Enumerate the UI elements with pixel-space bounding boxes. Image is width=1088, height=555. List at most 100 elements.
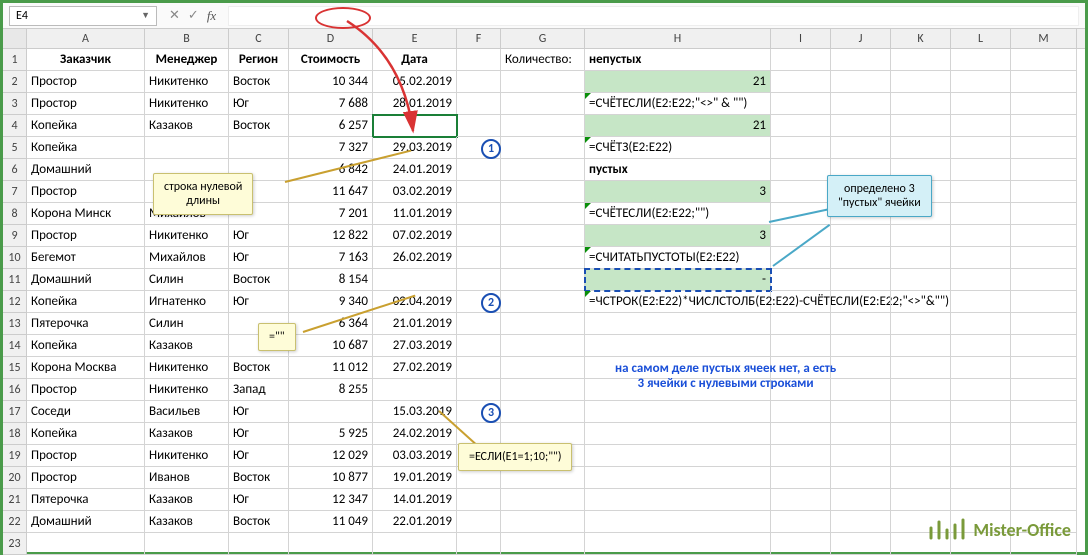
cell-L4[interactable] [951,115,1011,137]
cell-H6[interactable]: пустых [585,159,771,181]
cell-M4[interactable] [1011,115,1077,137]
cell-H20[interactable] [585,467,771,489]
cell-A19[interactable]: Простор [27,445,145,467]
cell-E6[interactable]: 24.01.2019 [373,159,457,181]
cell-B19[interactable]: Никитенко [145,445,229,467]
cell-B10[interactable]: Михайлов [145,247,229,269]
cell-K11[interactable] [891,269,951,291]
cell-L7[interactable] [951,181,1011,203]
cell-J10[interactable] [831,247,891,269]
cell-I20[interactable] [771,467,831,489]
cell-E9[interactable]: 07.02.2019 [373,225,457,247]
cell-J22[interactable] [831,511,891,533]
cell-I6[interactable] [771,159,831,181]
cell-B4[interactable]: Казаков [145,115,229,137]
cell-D14[interactable]: 10 687 [289,335,373,357]
chevron-down-icon[interactable]: ▼ [141,10,150,21]
cell-G17[interactable] [501,401,585,423]
row-header[interactable]: 10 [3,247,27,269]
cell-E10[interactable]: 26.02.2019 [373,247,457,269]
row-header[interactable]: 22 [3,511,27,533]
cell-M15[interactable] [1011,357,1077,379]
cell-F1[interactable] [457,49,501,71]
cell-B12[interactable]: Игнатенко [145,291,229,313]
cell-F6[interactable] [457,159,501,181]
cell-B18[interactable]: Казаков [145,423,229,445]
cell-I22[interactable] [771,511,831,533]
cell-H17[interactable] [585,401,771,423]
cell-H18[interactable] [585,423,771,445]
cell-G3[interactable] [501,93,585,115]
cell-G16[interactable] [501,379,585,401]
cell-M19[interactable] [1011,445,1077,467]
cell-E15[interactable]: 27.02.2019 [373,357,457,379]
name-box[interactable]: E4 ▼ [9,6,157,26]
cell-E21[interactable]: 14.01.2019 [373,489,457,511]
col-header[interactable]: G [501,29,585,48]
cell-C9[interactable]: Юг [229,225,289,247]
cell-G8[interactable] [501,203,585,225]
cell-D9[interactable]: 12 822 [289,225,373,247]
cell-M13[interactable] [1011,313,1077,335]
cell-L6[interactable] [951,159,1011,181]
cell-B2[interactable]: Никитенко [145,71,229,93]
cell-A11[interactable]: Домашний [27,269,145,291]
cell-F2[interactable] [457,71,501,93]
cell-M11[interactable] [1011,269,1077,291]
cell-A6[interactable]: Домашний [27,159,145,181]
cell-L5[interactable] [951,137,1011,159]
cell-G22[interactable] [501,511,585,533]
cell-C1[interactable]: Регион [229,49,289,71]
cell-F14[interactable] [457,335,501,357]
cell-B15[interactable]: Никитенко [145,357,229,379]
cell-J21[interactable] [831,489,891,511]
cell-C2[interactable]: Восток [229,71,289,93]
cell-D23[interactable] [289,533,373,555]
col-header[interactable]: M [1011,29,1077,48]
cell-M20[interactable] [1011,467,1077,489]
cell-G5[interactable] [501,137,585,159]
cell-H11[interactable]: - [585,269,771,291]
cell-A16[interactable]: Простор [27,379,145,401]
cell-A12[interactable]: Копейка [27,291,145,313]
cell-A14[interactable]: Копейка [27,335,145,357]
cell-A17[interactable]: Соседи [27,401,145,423]
cell-M12[interactable] [1011,291,1077,313]
cell-B13[interactable]: Силин [145,313,229,335]
cell-F8[interactable] [457,203,501,225]
cell-M18[interactable] [1011,423,1077,445]
cell-H12[interactable]: =ЧСТРОК(E2:E22)*ЧИСЛСТОЛБ(E2:E22)-СЧЁТЕС… [585,291,771,313]
cell-K15[interactable] [891,357,951,379]
cell-K19[interactable] [891,445,951,467]
cell-I3[interactable] [771,93,831,115]
cell-G7[interactable] [501,181,585,203]
cell-F7[interactable] [457,181,501,203]
cell-H22[interactable] [585,511,771,533]
cell-H5[interactable]: =СЧЁТЗ(E2:E22) [585,137,771,159]
cell-L11[interactable] [951,269,1011,291]
row-header[interactable]: 11 [3,269,27,291]
cell-L20[interactable] [951,467,1011,489]
cell-B17[interactable]: Васильев [145,401,229,423]
cell-C22[interactable]: Восток [229,511,289,533]
cell-D16[interactable]: 8 255 [289,379,373,401]
cell-E19[interactable]: 03.03.2019 [373,445,457,467]
row-header[interactable]: 12 [3,291,27,313]
row-header[interactable]: 2 [3,71,27,93]
cell-J11[interactable] [831,269,891,291]
cell-G21[interactable] [501,489,585,511]
cell-H10[interactable]: =СЧИТАТЬПУСТОТЫ(E2:E22) [585,247,771,269]
cell-C16[interactable]: Запад [229,379,289,401]
cell-L21[interactable] [951,489,1011,511]
cell-L19[interactable] [951,445,1011,467]
cell-C5[interactable] [229,137,289,159]
cell-J23[interactable] [831,533,891,555]
cell-M8[interactable] [1011,203,1077,225]
cell-A1[interactable]: Заказчик [27,49,145,71]
cell-B14[interactable]: Казаков [145,335,229,357]
cell-I13[interactable] [771,313,831,335]
col-header[interactable]: K [891,29,951,48]
row-header[interactable]: 23 [3,533,27,555]
cell-E22[interactable]: 22.01.2019 [373,511,457,533]
cell-G9[interactable] [501,225,585,247]
